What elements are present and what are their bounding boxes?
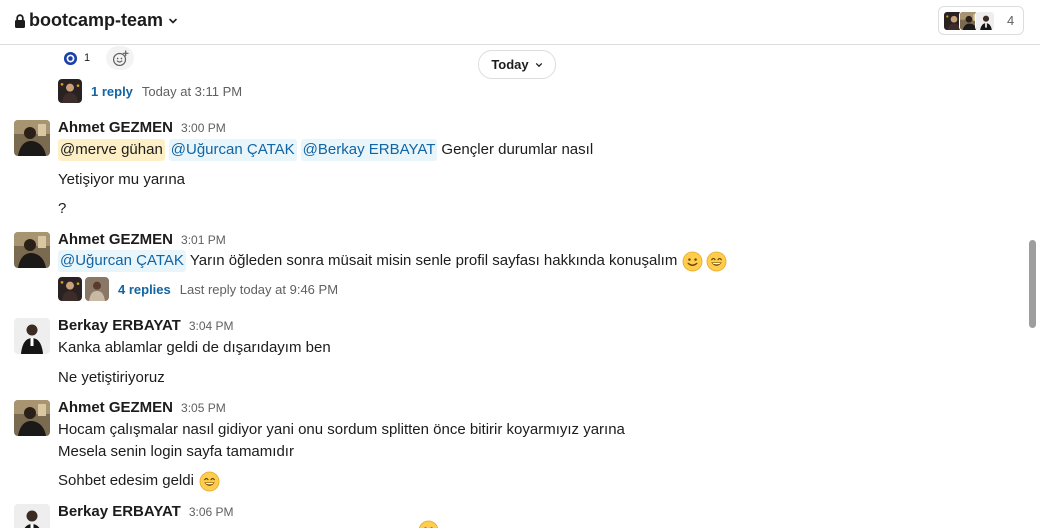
sender-name[interactable]: Ahmet GEZMEN (58, 119, 173, 136)
avatar[interactable] (14, 120, 50, 156)
message-time[interactable]: 3:05 PM (181, 401, 226, 415)
channel-title: bootcamp-team (29, 10, 164, 30)
member-count: 4 (1007, 13, 1015, 28)
message-text: Kanka ablamlar geldi de dışarıdayım ben (58, 339, 331, 356)
thread-replies-link[interactable]: 1 reply (91, 84, 133, 99)
message-body: Yarın öğleden sonra müsait misin senle p… (189, 252, 678, 269)
thread-summary[interactable]: 1 reply Today at 3:11 PM (58, 79, 242, 103)
mention[interactable]: @Berkay ERBAYAT (300, 139, 438, 161)
thread-last-reply: Today at 3:11 PM (141, 83, 243, 99)
avatar[interactable] (14, 400, 50, 436)
sender-name[interactable]: Berkay ERBAYAT (58, 503, 181, 520)
channel-header: bootcamp-team 4 (0, 0, 1040, 45)
message-text: ? (58, 200, 67, 217)
chevron-down-icon (535, 62, 542, 67)
members-button[interactable]: 4 (938, 6, 1024, 35)
participant-avatar (58, 79, 82, 103)
message-text: Yetişiyor mu yarına (58, 171, 186, 188)
participant-avatar (85, 277, 109, 301)
message-time[interactable]: 3:01 PM (181, 233, 226, 247)
message-text: @merve gühan @Uğurcan ÇATAK @Berkay ERBA… (58, 139, 593, 161)
grinning-face-emoji (199, 471, 220, 492)
message-time[interactable]: 3:00 PM (181, 121, 226, 135)
scrollbar-thumb[interactable] (1029, 240, 1036, 328)
add-reaction-button[interactable] (106, 46, 134, 70)
chevron-down-icon (169, 18, 177, 24)
slightly-smiling-face-emoji (682, 251, 703, 272)
blue-circle-icon (63, 51, 78, 65)
sender-name[interactable]: Ahmet GEZMEN (58, 231, 173, 248)
lock-icon (15, 13, 25, 28)
sender-name[interactable]: Ahmet GEZMEN (58, 399, 173, 416)
message-text: Mesela senin login sayfa tamamıdır (58, 443, 294, 460)
message-text: Ne yetiştiriyoruz (58, 369, 165, 386)
date-divider-button[interactable]: Today (478, 50, 556, 79)
message-text: Hocam çalışmalar nasıl gidiyor yani onu … (58, 421, 625, 438)
reaction-count: 1 (84, 52, 91, 64)
reaction-pill[interactable]: 1 (58, 46, 100, 70)
mention[interactable]: @Uğurcan ÇATAK (168, 139, 297, 161)
message-time[interactable]: 3:06 PM (189, 505, 234, 519)
message-body: Gençler durumlar nasıl (441, 141, 594, 158)
message-text: Sohbet edesim geldi (58, 470, 220, 492)
mention[interactable]: @merve gühan (58, 139, 165, 161)
add-reaction-icon (112, 49, 129, 66)
message-list[interactable]: 1 Today 1 reply Today at 3:11 PM Ahmet G… (0, 46, 1040, 528)
sender-name[interactable]: Berkay ERBAYAT (58, 317, 181, 334)
message-sender: Ahmet GEZMEN 3:01 PM (58, 231, 226, 248)
mention[interactable]: @Uğurcan ÇATAK (58, 250, 186, 272)
message-sender: Berkay ERBAYAT 3:04 PM (58, 317, 234, 334)
thread-summary[interactable]: 4 replies Last reply today at 9:46 PM (58, 277, 338, 301)
avatar[interactable] (14, 504, 50, 528)
avatar[interactable] (14, 318, 50, 354)
partial-emoji (418, 520, 439, 528)
member-avatar (975, 10, 995, 31)
date-divider-label: Today (491, 57, 529, 72)
message-body: Sohbet edesim geldi (58, 472, 194, 489)
thread-last-reply: Last reply today at 9:46 PM (179, 281, 339, 297)
message-sender: Berkay ERBAYAT 3:06 PM (58, 503, 234, 520)
channel-name-button[interactable]: bootcamp-team (14, 10, 178, 31)
grinning-face-emoji (706, 251, 727, 272)
message-sender: Ahmet GEZMEN 3:05 PM (58, 399, 226, 416)
message-text: @Uğurcan ÇATAK Yarın öğleden sonra müsai… (58, 250, 727, 272)
message-time[interactable]: 3:04 PM (189, 319, 234, 333)
avatar[interactable] (14, 232, 50, 268)
message-sender: Ahmet GEZMEN 3:00 PM (58, 119, 226, 136)
thread-replies-link[interactable]: 4 replies (118, 282, 171, 297)
participant-avatar (58, 277, 82, 301)
